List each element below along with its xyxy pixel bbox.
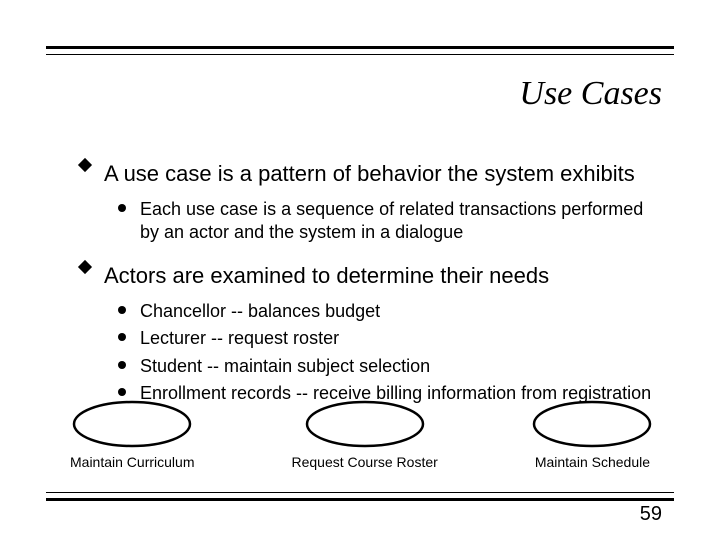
use-case-row: Maintain Curriculum Request Course Roste… <box>62 454 658 470</box>
subbullet-2-3: Student -- maintain subject selection <box>118 355 660 378</box>
bullet-main-2: Actors are examined to determine their n… <box>80 262 660 290</box>
subbullet-2-2-text: Lecturer -- request roster <box>140 327 339 350</box>
subbullet-2-2: Lecturer -- request roster <box>118 327 660 350</box>
page-number: 59 <box>640 503 662 526</box>
use-case-2-label: Request Course Roster <box>292 454 438 470</box>
subbullet-1-1-text: Each use case is a sequence of related t… <box>140 198 660 245</box>
diamond-bullet-icon <box>78 260 92 274</box>
subbullet-1-1: Each use case is a sequence of related t… <box>118 198 660 245</box>
dot-bullet-icon <box>118 361 126 369</box>
bullet-main-1-text: A use case is a pattern of behavior the … <box>104 160 660 188</box>
use-case-2: Request Course Roster <box>284 454 446 470</box>
page-title: Use Cases <box>519 75 662 113</box>
subbullet-2-1: Chancellor -- balances budget <box>118 300 660 323</box>
subbullet-2-4-text: Enrollment records -- receive billing in… <box>140 382 651 405</box>
subbullet-2-4: Enrollment records -- receive billing in… <box>118 382 660 405</box>
slide-body: A use case is a pattern of behavior the … <box>80 160 660 423</box>
dot-bullet-icon <box>118 306 126 314</box>
use-case-3-label: Maintain Schedule <box>535 454 650 470</box>
subbullet-2-3-text: Student -- maintain subject selection <box>140 355 430 378</box>
use-case-1: Maintain Curriculum <box>62 454 202 470</box>
subbullet-2-1-text: Chancellor -- balances budget <box>140 300 380 323</box>
use-case-1-label: Maintain Curriculum <box>70 454 194 470</box>
use-case-3: Maintain Schedule <box>527 454 658 470</box>
bullet-main-1: A use case is a pattern of behavior the … <box>80 160 660 188</box>
bullet-main-2-text: Actors are examined to determine their n… <box>104 262 660 290</box>
dot-bullet-icon <box>118 204 126 212</box>
dot-bullet-icon <box>118 333 126 341</box>
diamond-bullet-icon <box>78 158 92 172</box>
dot-bullet-icon <box>118 388 126 396</box>
